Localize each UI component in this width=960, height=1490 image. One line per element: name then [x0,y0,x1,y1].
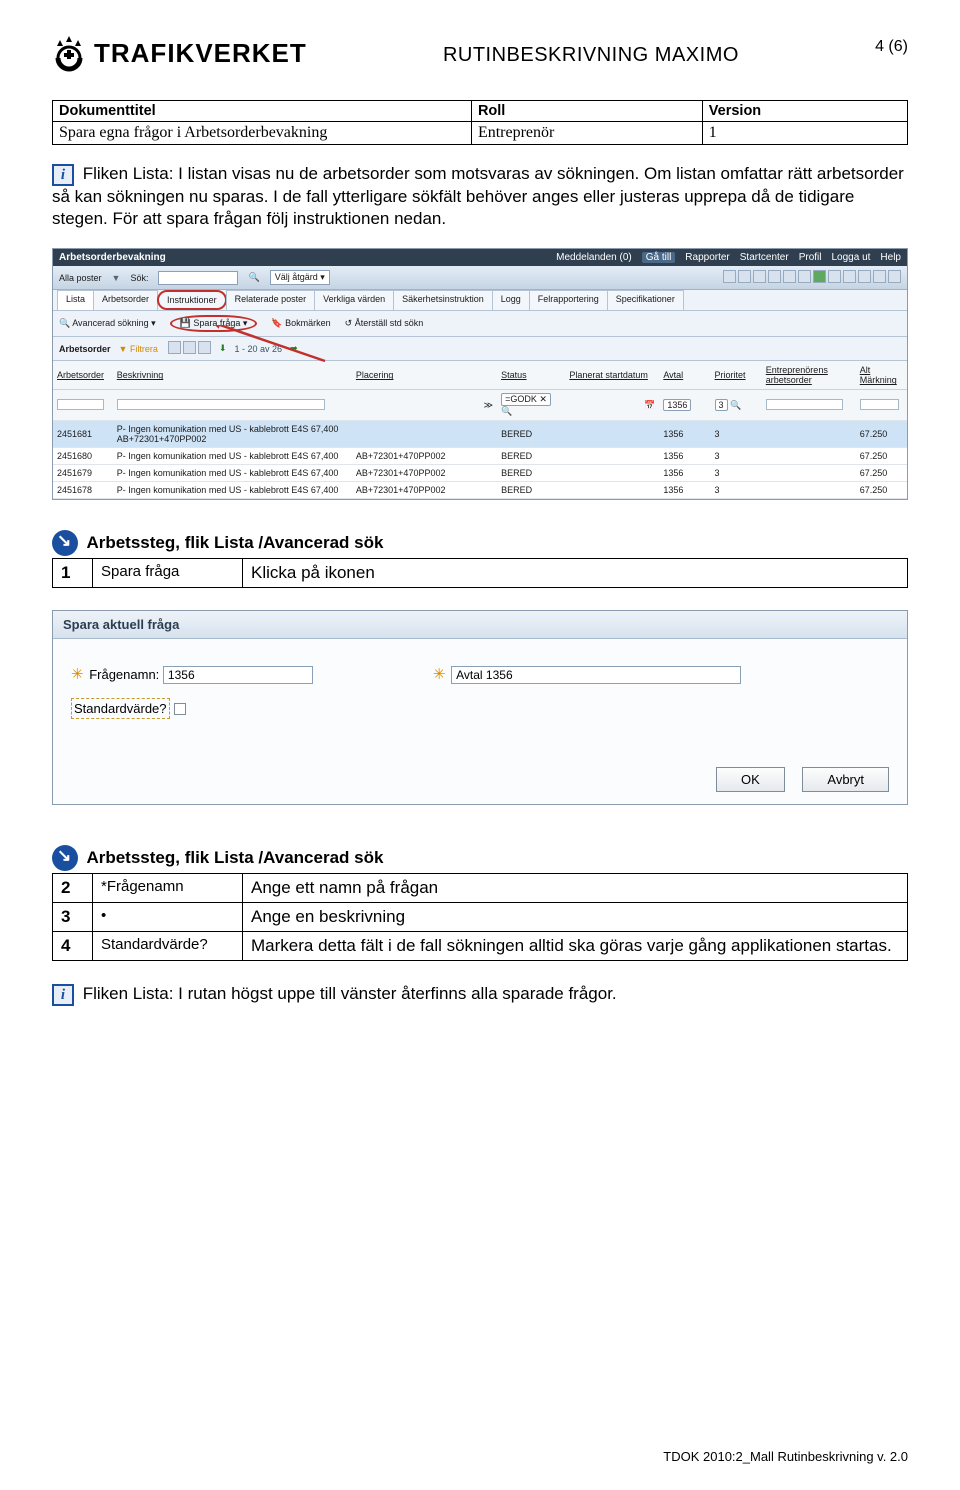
adv-search[interactable]: 🔍 Avancerad sökning ▾ [59,318,156,329]
filter-avtal[interactable]: 1356 [663,399,691,411]
tab-logg[interactable]: Logg [492,290,530,310]
standard-label: Standardvärde? [74,701,167,716]
col-header[interactable]: Planerat startdatum [565,361,659,390]
col-header[interactable]: Entreprenörens arbetsorder [762,361,856,390]
toolbar-icons[interactable] [721,270,901,285]
col-header[interactable]: Prioritet [711,361,762,390]
avtal-input[interactable] [451,666,741,684]
tab-relaterade poster[interactable]: Relaterade poster [226,290,316,310]
filter-input[interactable] [57,399,104,410]
screenshot-list-view: Arbetsorderbevakning Meddelanden (0) Gå … [52,248,908,500]
steps2-title: Arbetssteg, flik Lista /Avancerad sök [86,848,383,867]
menu-item[interactable]: Startcenter [740,252,789,263]
meta-table: Dokumenttitel Roll Version Spara egna fr… [52,100,908,145]
fragenamn-label: Frågenamn: [89,667,159,682]
row-range: 1 - 20 av 26 [235,344,283,354]
info-icon: i [52,164,74,186]
tab-specifikationer[interactable]: Specifikationer [607,290,684,310]
meta-v2: Entreprenör [471,122,702,145]
tab-arbetsorder[interactable]: Arbetsorder [93,290,158,310]
info-para-2: i Fliken Lista: I rutan högst uppe till … [52,983,908,1006]
dialog-title: Spara aktuell fråga [53,611,907,639]
ok-button[interactable]: OK [716,767,785,792]
filter-status[interactable]: =GODK ✕ [501,393,551,406]
logo: TRAFIKVERKET [52,34,307,72]
meta-h2: Roll [471,101,702,122]
logo-text: TRAFIKVERKET [94,38,307,69]
meta-h3: Version [702,101,907,122]
all-posts[interactable]: Alla poster [59,273,102,283]
step-badge-icon [52,845,78,871]
step-row: 4Standardvärde?Markera detta fält i de f… [53,932,908,961]
step-row: 3•Ange en beskrivning [53,903,908,932]
step-row: 2*FrågenamnAnge ett namn på frågan [53,874,908,903]
tab-instruktioner[interactable]: Instruktioner [157,290,227,310]
step-row: 1Spara frågaKlicka på ikonen [53,559,908,588]
table-row[interactable]: 2451678P- Ingen komunikation med US - ka… [53,482,907,499]
fragenamn-input[interactable] [163,666,313,684]
app-title: Arbetsorderbevakning [59,252,166,263]
screenshot-save-dialog: Spara aktuell fråga ✳ Frågenamn: ✳ Stand… [52,610,908,805]
standard-checkbox[interactable] [174,703,186,715]
para1-lead: Fliken Lista: [83,164,174,183]
menu-item[interactable]: Meddelanden (0) [556,252,632,263]
meta-v3: 1 [702,122,907,145]
col-header[interactable]: Placering [352,361,497,390]
info-icon: i [52,984,74,1006]
search-input[interactable] [158,271,238,285]
col-header[interactable]: Status [497,361,565,390]
tab-lista[interactable]: Lista [57,290,94,310]
table-row[interactable]: 2451681P- Ingen komunikation med US - ka… [53,421,907,448]
para2-lead: Fliken Lista: [83,984,174,1003]
table-row[interactable]: 2451680P- Ingen komunikation med US - ka… [53,448,907,465]
crown-icon [52,34,86,72]
filter-input[interactable] [766,399,843,410]
filter-prio[interactable]: 3 [715,399,728,411]
meta-v1: Spara egna frågor i Arbetsorderbevakning [53,122,472,145]
menu-item[interactable]: Gå till [642,252,676,263]
menu-item[interactable]: Profil [799,252,822,263]
cancel-button[interactable]: Avbryt [802,767,889,792]
filter-label: Arbetsorder [59,344,111,354]
tab-felrapportering[interactable]: Felrapportering [529,290,608,310]
menu-item[interactable]: Logga ut [831,252,870,263]
para1-rest: I listan visas nu de arbetsorder som mot… [52,164,904,228]
col-header[interactable]: Alt Märkning [856,361,907,390]
col-header[interactable]: Avtal [659,361,710,390]
search-label: Sök: [130,273,148,283]
tab-verkliga värden[interactable]: Verkliga värden [314,290,394,310]
required-icon: ✳ [433,666,446,683]
step-badge-icon [52,530,78,556]
meta-h1: Dokumenttitel [53,101,472,122]
filter-input[interactable] [117,399,325,410]
doc-header-title: RUTINBESKRIVNING MAXIMO [443,44,739,67]
bookmarks[interactable]: 🔖 Bokmärken [271,318,330,329]
action-select[interactable]: Välj åtgärd ▾ [270,270,330,285]
info-para-1: i Fliken Lista: I listan visas nu de arb… [52,163,908,230]
steps1-title: Arbetssteg, flik Lista /Avancerad sök [86,533,383,552]
col-header[interactable]: Arbetsorder [53,361,113,390]
filter-icons[interactable] [166,341,211,356]
tab-säkerhetsinstruktion[interactable]: Säkerhetsinstruktion [393,290,493,310]
col-header[interactable]: Beskrivning [113,361,352,390]
required-icon: ✳ [71,666,84,683]
filter-button[interactable]: ▼ Filtrera [119,344,158,354]
menu-item[interactable]: Rapporter [685,252,729,263]
reset-search[interactable]: ↺ Återställ std sökn [345,318,424,329]
table-row[interactable]: 2451679P- Ingen komunikation med US - ka… [53,465,907,482]
para2-rest: I rutan högst uppe till vänster återfinn… [173,984,616,1003]
page-number: 4 (6) [875,38,908,56]
search-icon[interactable]: 🔍 [248,272,259,283]
filter-input[interactable] [860,399,899,410]
footer-text: TDOK 2010:2_Mall Rutinbeskrivning v. 2.0 [663,1449,908,1464]
save-query[interactable]: 💾 Spara fråga ▾ [170,315,258,332]
menu-item[interactable]: Help [880,252,901,263]
